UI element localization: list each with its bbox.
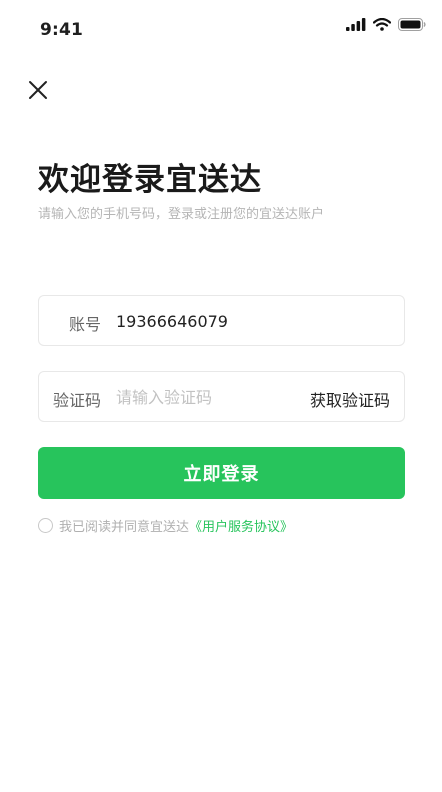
login-button[interactable]: 立即登录: [38, 447, 405, 499]
home-indicator: [154, 779, 288, 784]
verification-code-field[interactable]: 验证码 获取验证码: [38, 371, 405, 422]
close-icon: [29, 81, 47, 99]
page-subtitle: 请输入您的手机号码，登录或注册您的宜送达账户: [38, 207, 325, 222]
verification-code-input[interactable]: [116, 385, 296, 409]
account-label: 账号: [69, 315, 102, 334]
status-bar: 9:41: [0, 0, 442, 56]
battery-icon: [398, 18, 426, 31]
status-time: 9:41: [40, 20, 84, 40]
agreement-text: 我已阅读并同意宜送达: [59, 520, 190, 535]
account-field[interactable]: 账号: [38, 295, 405, 346]
user-service-agreement-link[interactable]: 《用户服务协议》: [189, 516, 293, 535]
verification-code-label: 验证码: [53, 391, 102, 410]
agreement-checkbox[interactable]: [38, 518, 53, 533]
agreement-row: 我已阅读并同意宜送达 《用户服务协议》: [38, 516, 293, 535]
status-icons: [346, 18, 426, 31]
close-button[interactable]: [24, 76, 52, 104]
wifi-icon: [373, 18, 391, 31]
page-title: 欢迎登录宜送达: [38, 162, 262, 198]
get-code-button[interactable]: 获取验证码: [310, 387, 390, 411]
account-input[interactable]: [116, 309, 296, 333]
cellular-signal-icon: [346, 18, 366, 31]
